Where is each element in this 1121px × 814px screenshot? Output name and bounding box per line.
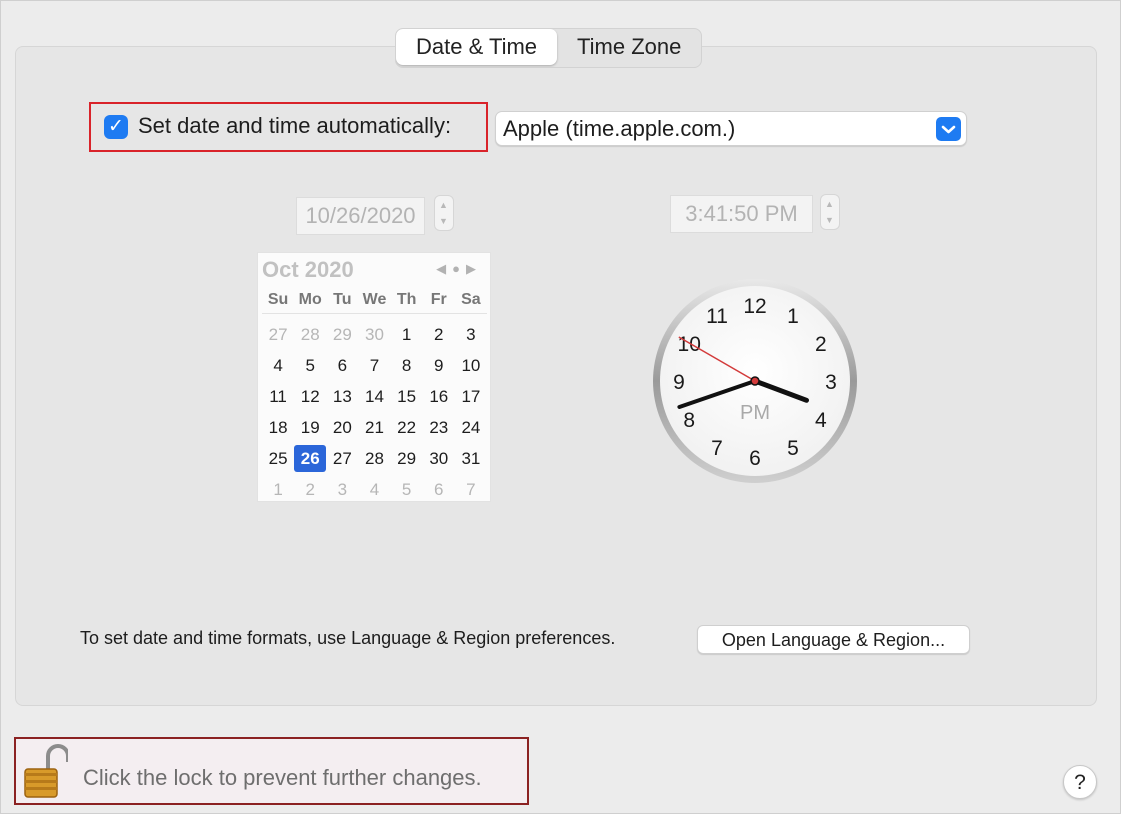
weekday-label: We [362, 291, 387, 308]
weekday-label: Th [396, 291, 417, 308]
calendar-day[interactable]: 10 [455, 350, 487, 381]
calendar-day[interactable]: 11 [262, 381, 294, 412]
next-month-icon: ▶ [466, 261, 482, 276]
calendar-day[interactable]: 15 [391, 381, 423, 412]
calendar-day[interactable]: 4 [262, 350, 294, 381]
calendar-day[interactable]: 22 [391, 412, 423, 443]
calendar: Oct 2020 ◀●▶ Su Mo Tu We Th Fr Sa 27 28 29 30 1 2 3 4… [257, 252, 491, 502]
formats-hint: To set date and time formats, use Langua… [80, 628, 616, 648]
calendar-day[interactable]: 2 [423, 319, 455, 350]
calendar-day[interactable]: 30 [358, 319, 390, 350]
lock-icon[interactable] [24, 742, 70, 800]
clock-numeral: 8 [683, 409, 695, 432]
calendar-day[interactable]: 30 [423, 443, 455, 474]
calendar-day[interactable]: 18 [262, 412, 294, 443]
weekday-label: Tu [333, 291, 352, 308]
open-language-region-button[interactable]: Open Language & Region... [697, 625, 970, 654]
calendar-day[interactable]: 13 [326, 381, 358, 412]
calendar-day[interactable]: 28 [294, 319, 326, 350]
tab-date-time[interactable]: Date & Time [396, 29, 558, 65]
clock-period-label: PM [740, 402, 770, 424]
calendar-day[interactable]: 6 [423, 474, 455, 505]
calendar-day[interactable]: 29 [326, 319, 358, 350]
tab-time-zone[interactable]: Time Zone [557, 29, 701, 65]
stepper-down-icon: ▼ [439, 216, 448, 226]
calendar-weekday-header: Su Mo Tu We Th Fr Sa [262, 291, 487, 314]
calendar-days: 27 28 29 30 1 2 3 4 5 6 7 8 9 10 11 12 13 14 15 16 17 18 19 20 2… [262, 319, 487, 505]
clock-numeral: 9 [673, 371, 685, 394]
analog-clock: 12 1 2 3 4 5 6 7 8 9 10 11 PM [652, 278, 858, 484]
stepper-down-icon: ▼ [825, 215, 834, 225]
calendar-day[interactable]: 7 [455, 474, 487, 505]
calendar-day[interactable]: 29 [391, 443, 423, 474]
time-server-value: Apple (time.apple.com.) [503, 116, 736, 141]
prev-month-icon: ◀ [436, 261, 453, 276]
calendar-day[interactable]: 3 [326, 474, 358, 505]
stepper-up-icon: ▲ [439, 200, 448, 210]
clock-numeral: 1 [787, 305, 799, 328]
calendar-day[interactable]: 14 [358, 381, 390, 412]
calendar-day[interactable]: 27 [262, 319, 294, 350]
clock-numeral: 6 [749, 447, 761, 470]
calendar-day[interactable]: 9 [423, 350, 455, 381]
auto-time-label: Set date and time automatically: [138, 113, 452, 138]
clock-numeral: 7 [711, 437, 723, 460]
calendar-day[interactable]: 16 [423, 381, 455, 412]
clock-center [750, 376, 760, 386]
calendar-day[interactable]: 17 [455, 381, 487, 412]
lock-text: Click the lock to prevent further change… [83, 765, 482, 790]
auto-time-checkbox[interactable]: ✓ [104, 115, 128, 139]
tab-bar: Date & Time Time Zone [395, 28, 703, 68]
calendar-month-title: Oct 2020 [262, 257, 354, 282]
weekday-label: Su [267, 291, 289, 308]
calendar-day[interactable]: 4 [358, 474, 390, 505]
weekday-label: Mo [298, 291, 322, 308]
calendar-day[interactable]: 20 [326, 412, 358, 443]
calendar-day[interactable]: 12 [294, 381, 326, 412]
time-field: 3:41:50 PM [670, 195, 813, 233]
chevron-down-icon[interactable] [936, 117, 961, 141]
calendar-day[interactable]: 28 [358, 443, 390, 474]
calendar-day[interactable]: 6 [326, 350, 358, 381]
weekday-label: Fr [430, 291, 447, 308]
calendar-day[interactable]: 8 [391, 350, 423, 381]
clock-numeral: 12 [743, 295, 766, 318]
weekday-label: Sa [461, 291, 481, 308]
time-server-select[interactable]: Apple (time.apple.com.) [495, 111, 967, 146]
date-field: 10/26/2020 [296, 197, 425, 235]
time-stepper: ▲ ▼ [820, 194, 840, 230]
calendar-day[interactable]: 3 [455, 319, 487, 350]
help-button[interactable]: ? [1063, 765, 1097, 799]
clock-numeral: 11 [706, 305, 728, 328]
calendar-day[interactable]: 1 [391, 319, 423, 350]
calendar-day[interactable]: 27 [326, 443, 358, 474]
clock-numeral: 10 [678, 333, 701, 356]
calendar-day[interactable]: 7 [358, 350, 390, 381]
calendar-day[interactable]: 23 [423, 412, 455, 443]
date-stepper: ▲ ▼ [434, 195, 454, 231]
calendar-day[interactable]: 21 [358, 412, 390, 443]
clock-numeral: 3 [825, 371, 837, 394]
calendar-day[interactable]: 24 [455, 412, 487, 443]
calendar-day[interactable]: 2 [294, 474, 326, 505]
calendar-nav: ◀●▶ [436, 261, 482, 277]
clock-numeral: 5 [787, 437, 799, 460]
calendar-day-selected[interactable]: 26 [294, 445, 327, 472]
calendar-day[interactable]: 1 [262, 474, 294, 505]
calendar-day[interactable]: 25 [262, 443, 294, 474]
today-dot-icon: ● [452, 261, 466, 276]
calendar-day[interactable]: 19 [294, 412, 326, 443]
clock-numeral: 2 [815, 333, 827, 356]
clock-numeral: 4 [815, 409, 827, 432]
calendar-day[interactable]: 5 [294, 350, 326, 381]
calendar-day[interactable]: 5 [391, 474, 423, 505]
stepper-up-icon: ▲ [825, 199, 834, 209]
calendar-day[interactable]: 31 [455, 443, 487, 474]
